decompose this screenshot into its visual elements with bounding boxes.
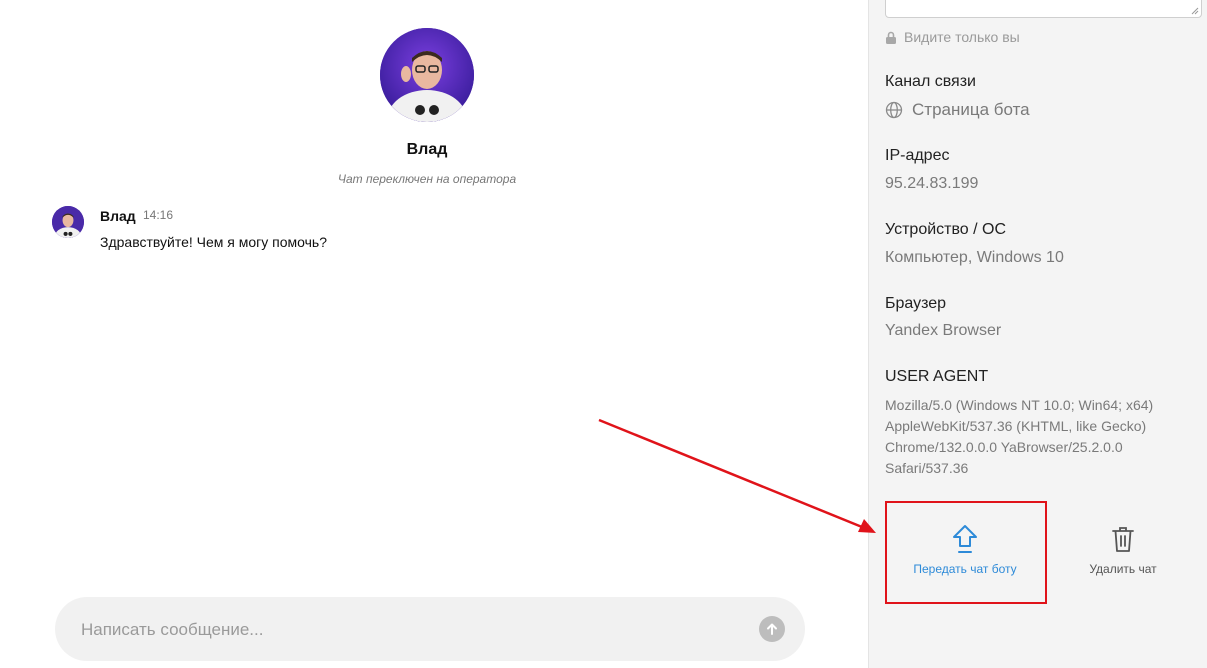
chat-area: Влад Чат переключен на оператора Влад 14… [0,0,868,668]
user-agent-line: Chrome/132.0.0.0 YaBrowser/25.2.0.0 [885,439,1123,455]
resize-handle-icon[interactable] [1191,7,1199,15]
browser-label: Браузер [885,295,947,312]
private-note: Видите только вы [885,29,1020,45]
channel-value-text: Страница бота [912,100,1030,119]
device-label: Устройство / ОС [885,221,1007,238]
contact-name: Влад [406,141,448,158]
delete-chat-label: Удалить чат [1089,562,1157,576]
message-text: Здравствуйте! Чем я могу помочь? [100,234,328,250]
user-agent-line: AppleWebKit/537.36 (KHTML, like Gecko) [885,418,1147,434]
trash-icon [1112,527,1134,552]
highlight-box [885,501,1047,604]
arrow-up-icon [767,623,777,635]
message-avatar [52,206,84,238]
channel-value: Страница бота [885,100,1030,120]
message-input[interactable] [79,615,723,645]
message-time: 14:16 [143,208,174,222]
delete-chat-button[interactable]: Удалить чат [1053,524,1193,614]
ip-label: IP-адрес [885,147,950,164]
globe-icon [885,101,903,119]
lock-icon [886,31,896,44]
ip-value: 95.24.83.199 [885,175,979,192]
user-agent-line: Mozilla/5.0 (Windows NT 10.0; Win64; x64… [885,397,1154,413]
notes-textarea[interactable] [885,0,1202,18]
user-agent-value: Mozilla/5.0 (Windows NT 10.0; Win64; x64… [885,395,1185,479]
system-message: Чат переключен на оператора [337,172,517,186]
message-author: Влад [100,208,136,224]
contact-avatar [380,28,474,122]
user-agent-line: Safari/537.36 [885,460,969,476]
user-agent-label: USER AGENT [885,368,989,385]
device-value: Компьютер, Windows 10 [885,249,1064,266]
channel-label: Канал связи [885,73,976,90]
message-composer [55,597,805,661]
browser-value: Yandex Browser [885,322,1002,339]
send-button[interactable] [759,616,785,642]
private-note-text: Видите только вы [904,29,1020,45]
